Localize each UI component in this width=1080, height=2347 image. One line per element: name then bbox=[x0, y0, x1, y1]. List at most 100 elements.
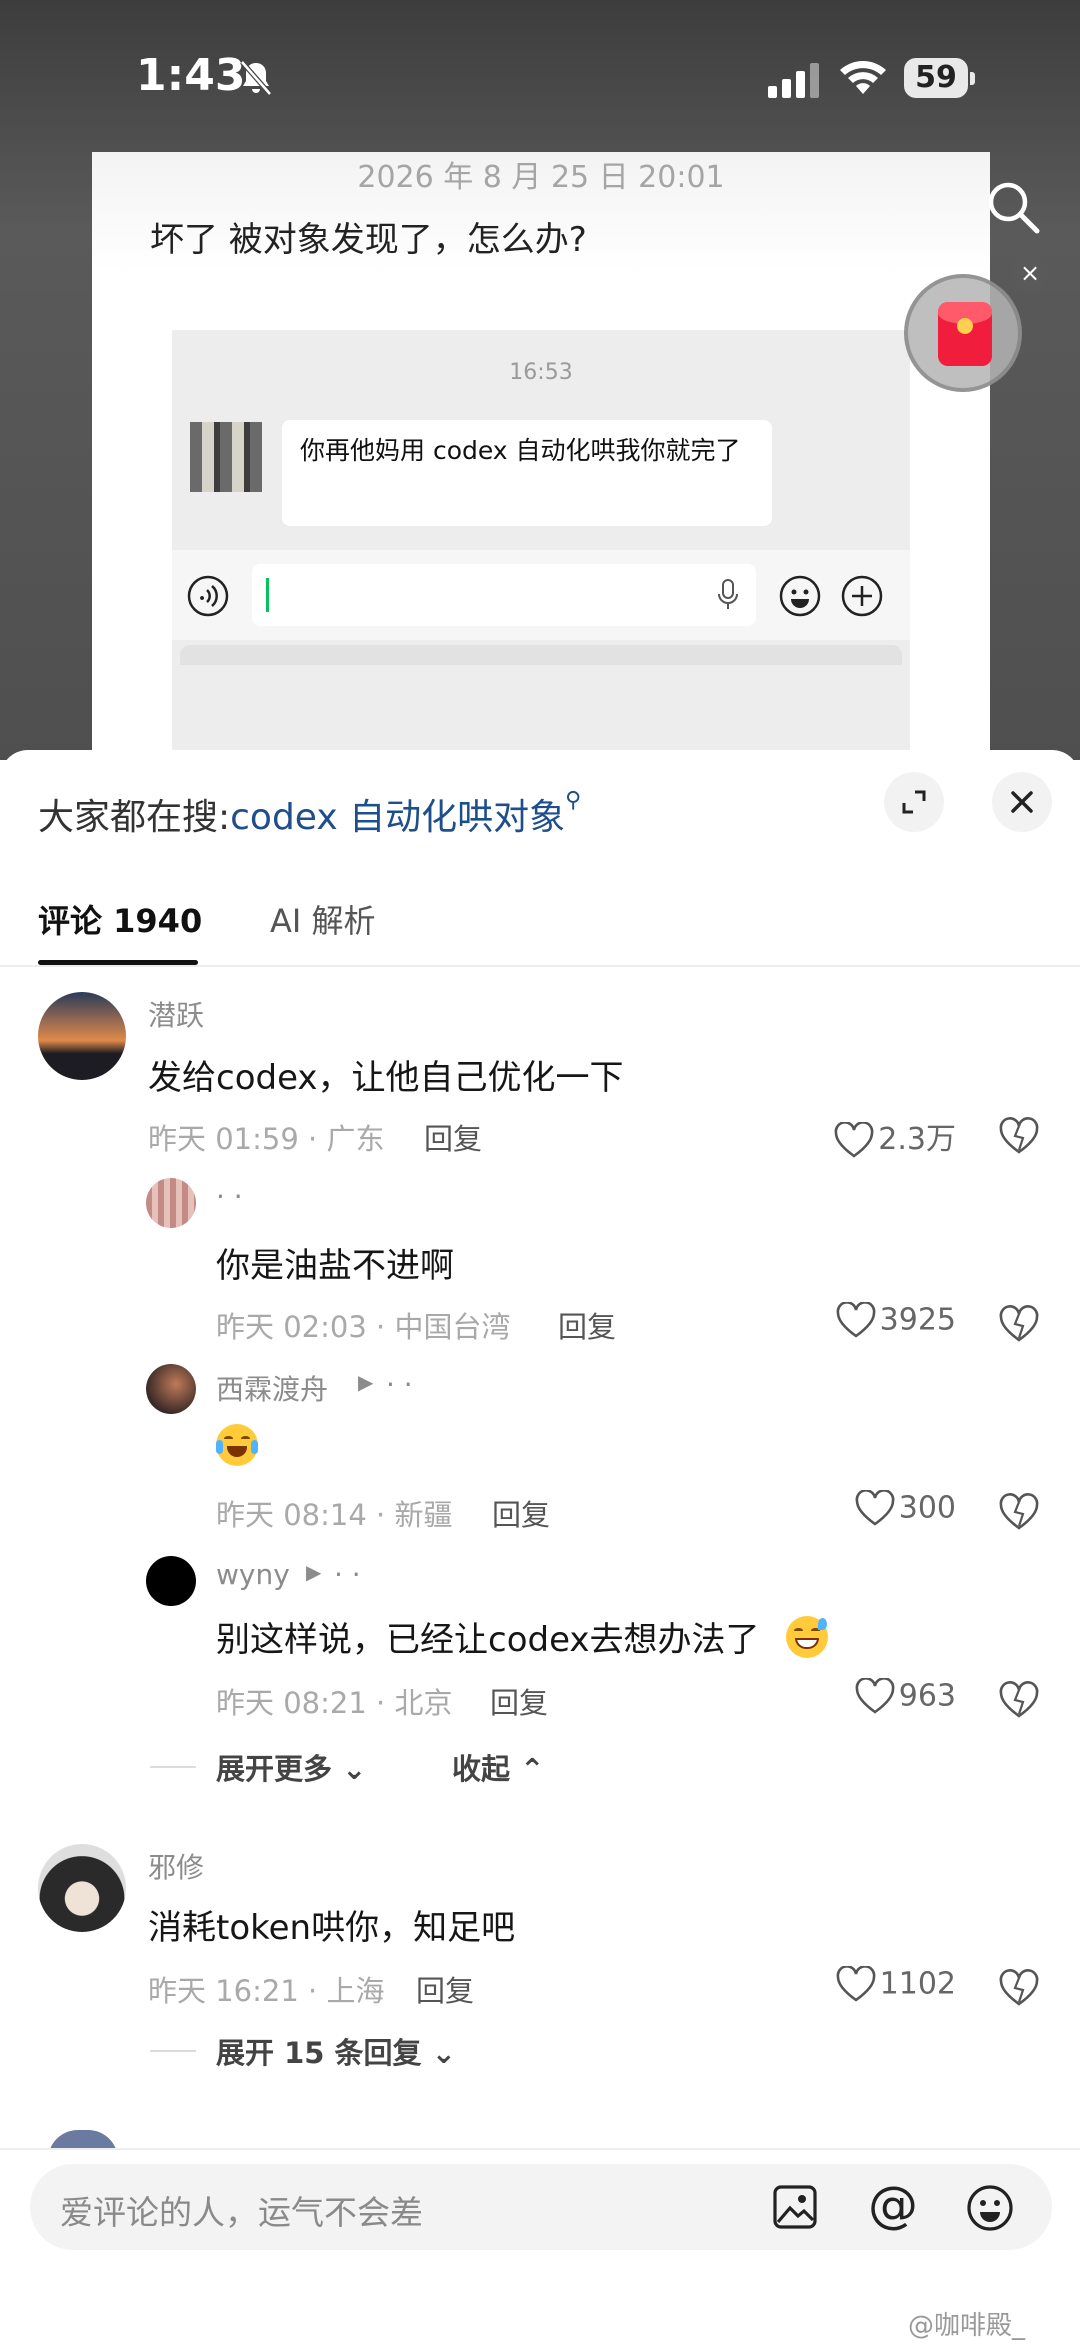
thread-line bbox=[150, 2050, 196, 2052]
like-count: 1102 bbox=[879, 1966, 956, 2002]
emoji-icon[interactable] bbox=[966, 2184, 1014, 2232]
comment-sheet: 大家都在搜:codex 自动化哄对象⚲ 评论 1940 AI 解析 潜跃 发给c… bbox=[0, 750, 1080, 2347]
tab-comments[interactable]: 评论 1940 bbox=[38, 896, 202, 942]
heart-icon bbox=[855, 1677, 895, 1714]
like-count: 2.3万 bbox=[878, 1122, 956, 1157]
image-icon[interactable] bbox=[772, 2184, 818, 2230]
voice-icon bbox=[187, 575, 229, 617]
reply-to-username[interactable]: · · bbox=[334, 1558, 361, 1591]
chat-message-bubble: 你再他妈用 codex 自动化哄我你就完了 bbox=[282, 420, 772, 526]
like-button[interactable]: 3925 bbox=[836, 1301, 956, 1340]
cellular-signal-icon bbox=[768, 63, 819, 98]
expand-replies-label: 展开 15 条回复 bbox=[216, 2036, 422, 2070]
comment-username[interactable]: · · bbox=[216, 1180, 243, 1213]
plus-icon bbox=[841, 575, 883, 617]
chevron-down-icon: ⌄ bbox=[431, 2036, 456, 2070]
like-count: 963 bbox=[898, 1678, 956, 1714]
status-bar: 1:43 59 bbox=[0, 0, 1080, 150]
expand-more-button[interactable]: 展开更多 ⌄ bbox=[216, 1746, 366, 1788]
close-button[interactable] bbox=[992, 772, 1052, 832]
hot-search-keyword[interactable]: codex 自动化哄对象 bbox=[230, 797, 565, 838]
chat-timestamp: 16:53 bbox=[509, 360, 573, 385]
avatar[interactable] bbox=[38, 992, 126, 1080]
comment-meta: 昨天 08:14 · 新疆 bbox=[216, 1498, 453, 1532]
tab-divider bbox=[0, 965, 1080, 967]
chat-text-field bbox=[252, 564, 756, 626]
post-date: 2026 年 8 月 25 日 20:01 bbox=[357, 160, 725, 195]
chat-input-bar bbox=[172, 550, 910, 640]
like-button[interactable]: 963 bbox=[855, 1677, 956, 1716]
expand-more-label: 展开更多 bbox=[216, 1752, 333, 1786]
chat-avatar-pixelated bbox=[190, 422, 262, 492]
expand-button[interactable] bbox=[884, 772, 944, 832]
dislike-icon[interactable] bbox=[998, 1968, 1040, 2008]
red-packet-close-icon[interactable]: × bbox=[1012, 256, 1048, 292]
thread-line bbox=[150, 1766, 196, 1768]
comment-meta: 昨天 08:21 · 北京 bbox=[216, 1686, 453, 1720]
comment-username[interactable]: 西霖渡舟 bbox=[216, 1368, 328, 1408]
post-caption: 坏了 被对象发现了，怎么办? bbox=[150, 220, 587, 260]
heart-icon bbox=[836, 1965, 876, 2002]
tab-ai-analysis[interactable]: AI 解析 bbox=[270, 896, 376, 942]
reply-button[interactable]: 回复 bbox=[490, 1680, 548, 1722]
sweat-smile-emoji bbox=[786, 1616, 828, 1658]
status-time: 1:43 bbox=[136, 50, 246, 101]
comment-username[interactable]: 潜跃 bbox=[148, 994, 204, 1034]
wifi-icon bbox=[840, 61, 886, 94]
chat-screenshot: 16:53 你再他妈用 codex 自动化哄我你就完了 bbox=[172, 330, 910, 760]
comment-text: 别这样说，已经让codex去想办法了 bbox=[216, 1620, 760, 1660]
close-icon bbox=[1011, 791, 1033, 813]
post-image: 2026 年 8 月 25 日 20:01 坏了 被对象发现了，怎么办? 16:… bbox=[92, 152, 990, 760]
like-count: 300 bbox=[898, 1490, 956, 1526]
red-packet-icon bbox=[938, 302, 992, 366]
expand-icon bbox=[902, 790, 926, 814]
chevron-up-icon: ⌃ bbox=[520, 1752, 545, 1786]
comment-text: 你是油盐不进啊 bbox=[216, 1246, 454, 1286]
avatar[interactable] bbox=[146, 1178, 196, 1228]
reply-button[interactable]: 回复 bbox=[492, 1492, 550, 1534]
reply-button[interactable]: 回复 bbox=[558, 1304, 616, 1346]
comment-input-placeholder: 爱评论的人，运气不会差 bbox=[60, 2193, 423, 2232]
reply-button[interactable]: 回复 bbox=[424, 1116, 482, 1158]
video-area[interactable]: 1:43 59 2026 年 8 月 25 日 20:01 坏了 被对象发现了，… bbox=[0, 0, 1080, 760]
comment-meta: 昨天 02:03 · 中国台湾 bbox=[216, 1310, 511, 1344]
collapse-label: 收起 bbox=[452, 1752, 511, 1786]
hot-search-prefix: 大家都在搜: bbox=[38, 797, 231, 838]
like-button[interactable]: 1102 bbox=[836, 1965, 956, 2004]
hot-search[interactable]: 大家都在搜:codex 自动化哄对象⚲ bbox=[38, 788, 581, 840]
comment-text: 消耗token哄你，知足吧 bbox=[148, 1908, 516, 1948]
comment-meta: 昨天 01:59 · 广东 bbox=[148, 1122, 385, 1156]
comment-meta: 昨天 16:21 · 上海 bbox=[148, 1974, 385, 2008]
dislike-icon[interactable] bbox=[998, 1304, 1040, 1344]
comment-text: 发给codex，让他自己优化一下 bbox=[148, 1058, 624, 1098]
watermark: @咖啡殿_ bbox=[908, 2311, 1026, 2341]
heart-icon bbox=[834, 1120, 874, 1158]
like-button[interactable]: 300 bbox=[855, 1489, 956, 1528]
crying-laugh-emoji bbox=[216, 1424, 258, 1466]
reply-to-username[interactable]: · · bbox=[386, 1368, 413, 1401]
search-small-icon: ⚲ bbox=[565, 788, 582, 813]
chevron-down-icon: ⌄ bbox=[342, 1752, 367, 1786]
avatar[interactable] bbox=[38, 1844, 126, 1932]
dislike-icon[interactable] bbox=[998, 1116, 1040, 1156]
red-packet-button[interactable] bbox=[904, 274, 1022, 392]
mention-icon[interactable]: @ bbox=[868, 2176, 918, 2234]
emoji-icon bbox=[779, 575, 821, 617]
reply-arrow-icon: ▶ bbox=[358, 1370, 374, 1394]
text-cursor bbox=[266, 578, 269, 612]
dislike-icon[interactable] bbox=[998, 1492, 1040, 1532]
avatar[interactable] bbox=[146, 1556, 196, 1606]
collapse-button[interactable]: 收起 ⌃ bbox=[452, 1746, 544, 1788]
comment-username[interactable]: 邪修 bbox=[148, 1846, 204, 1886]
comment-username[interactable]: wyny bbox=[216, 1558, 290, 1591]
heart-icon bbox=[836, 1301, 876, 1338]
microphone-icon bbox=[718, 579, 738, 609]
dislike-icon[interactable] bbox=[998, 1680, 1040, 1720]
search-icon[interactable] bbox=[984, 178, 1042, 236]
heart-icon bbox=[855, 1489, 895, 1526]
avatar[interactable] bbox=[146, 1364, 196, 1414]
like-button[interactable]: 2.3万 bbox=[834, 1114, 956, 1160]
comment-input[interactable]: 爱评论的人，运气不会差 @ bbox=[30, 2164, 1052, 2250]
reply-button[interactable]: 回复 bbox=[416, 1968, 474, 2010]
expand-replies-button[interactable]: 展开 15 条回复 ⌄ bbox=[216, 2030, 456, 2072]
